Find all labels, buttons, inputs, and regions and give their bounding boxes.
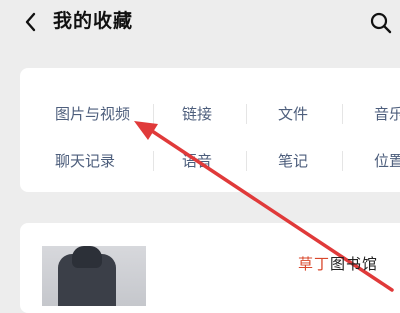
category-music[interactable]: 音乐 — [374, 104, 400, 124]
category-files[interactable]: 文件 — [278, 104, 308, 124]
category-divider — [153, 151, 154, 171]
category-chat-history[interactable]: 聊天记录 — [55, 151, 115, 171]
category-divider — [246, 104, 247, 124]
category-divider — [246, 151, 247, 171]
hood-shape — [72, 246, 102, 268]
category-location[interactable]: 位置 — [374, 151, 400, 171]
search-icon[interactable] — [369, 11, 393, 35]
top-bar: 我的收藏 — [0, 0, 400, 48]
category-divider — [153, 104, 154, 124]
category-images-videos[interactable]: 图片与视频 — [55, 104, 130, 124]
item-thumbnail[interactable] — [42, 246, 146, 306]
chevron-left-icon[interactable] — [20, 10, 44, 34]
watermark: 草丁图书馆 — [298, 254, 378, 274]
page-title: 我的收藏 — [53, 10, 134, 32]
category-panel: 图片与视频 链接 文件 音乐 聊天记录 语音 笔记 位置 — [20, 68, 400, 192]
category-notes[interactable]: 笔记 — [278, 151, 308, 171]
watermark-part-1: 草丁 — [298, 255, 331, 273]
watermark-part-2: 图书馆 — [330, 255, 379, 273]
category-voice[interactable]: 语音 — [182, 151, 212, 171]
category-links[interactable]: 链接 — [182, 104, 212, 124]
category-divider — [342, 151, 343, 171]
category-divider — [342, 104, 343, 124]
